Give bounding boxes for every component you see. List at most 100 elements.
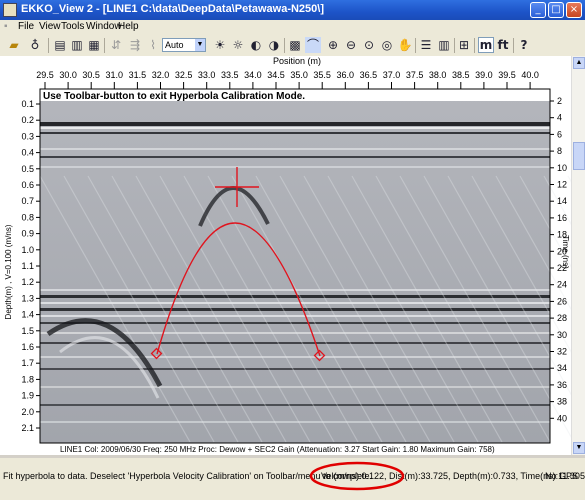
x-tick-label: 31.5: [129, 70, 147, 80]
unit-meters-button[interactable]: m: [478, 37, 494, 53]
menu-doc-icon[interactable]: ▪: [4, 21, 8, 32]
x-tick-label: 36.5: [360, 70, 378, 80]
time-tick-label: 28: [557, 313, 567, 323]
depth-tick-label: 1.5: [21, 326, 34, 336]
app-icon: [3, 3, 17, 17]
minimize-button[interactable]: _: [530, 2, 546, 18]
depth-tick-label: 1.1: [21, 261, 34, 271]
unit-feet-button[interactable]: ft: [495, 37, 511, 53]
title-bar: EKKO_View 2 - [LINE1 C:\data\DeepData\Pe…: [0, 0, 585, 20]
window-title: EKKO_View 2 - [LINE1 C:\data\DeepData\Pe…: [21, 3, 325, 15]
x-tick-label: 32.5: [175, 70, 193, 80]
sun-icon[interactable]: ☼: [230, 37, 246, 53]
depth-axis-title: Depth(m) , V=0.100 (m/ns): [4, 224, 13, 319]
time-tick-label: 26: [557, 296, 567, 306]
zoom-fit-icon[interactable]: ◎: [379, 37, 395, 53]
depth-tick-label: 2.1: [21, 423, 34, 433]
horizontal-layout-icon[interactable]: ☰: [418, 37, 434, 53]
menu-help[interactable]: Help: [118, 21, 139, 32]
time-tick-label: 12: [557, 180, 567, 190]
time-tick-label: 6: [557, 129, 562, 139]
time-tick-label: 34: [557, 363, 567, 373]
open-folder-icon[interactable]: ▰: [6, 37, 22, 53]
scroll-up-icon[interactable]: ▲: [573, 57, 585, 69]
brightness-icon[interactable]: ☀: [212, 37, 228, 53]
depth-tick-label: 2.0: [21, 407, 34, 417]
depth-tick-label: 0.5: [21, 164, 34, 174]
x-tick-label: 32.0: [152, 70, 170, 80]
contrast-alt-icon[interactable]: ◑: [266, 37, 282, 53]
x-tick-label: 33.0: [198, 70, 216, 80]
depth-tick-label: 1.9: [21, 391, 34, 401]
hyperbola-calibration-icon[interactable]: ⌒: [305, 37, 321, 53]
trace-adjust-icon[interactable]: ⇵: [108, 37, 124, 53]
trace-zoom-icon[interactable]: ⇶: [127, 37, 143, 53]
depth-tick-label: 0.6: [21, 180, 34, 190]
grid-icon[interactable]: ▩: [287, 37, 303, 53]
menu-view[interactable]: View: [39, 21, 61, 32]
depth-tick-label: 0.4: [21, 148, 34, 158]
depth-tick-label: 1.2: [21, 277, 34, 287]
hint-text: Use Toolbar-button to exit Hyperbola Cal…: [43, 91, 305, 102]
maximize-button[interactable]: □: [548, 2, 564, 18]
zoom-out-icon[interactable]: ⊖: [343, 37, 359, 53]
x-tick-label: 37.5: [406, 70, 424, 80]
x-tick-label: 38.5: [452, 70, 470, 80]
depth-tick-label: 0.3: [21, 131, 34, 141]
pan-hand-icon[interactable]: ✋: [397, 37, 413, 53]
scroll-thumb[interactable]: [573, 142, 585, 170]
time-axis-title: Time (ns): [561, 235, 570, 269]
status-bar: Fit hyperbola to data. Deselect 'Hyperbo…: [0, 458, 585, 500]
close-button[interactable]: ×: [566, 2, 582, 18]
stack-plus-icon[interactable]: ▥: [69, 37, 85, 53]
menu-tools[interactable]: Tools: [61, 21, 84, 32]
vertical-scrollbar[interactable]: ▲ ▼: [571, 56, 585, 455]
x-tick-label: 39.0: [475, 70, 493, 80]
gain-select[interactable]: Auto ▼: [162, 38, 206, 52]
depth-tick-label: 1.6: [21, 342, 34, 352]
depth-tick-label: 1.8: [21, 374, 34, 384]
help-icon[interactable]: ?: [516, 37, 532, 53]
contrast-icon[interactable]: ◐: [248, 37, 264, 53]
time-tick-label: 24: [557, 280, 567, 290]
gps-status: No GPS: [545, 471, 579, 481]
highlight-ellipse: [309, 461, 405, 491]
vertical-layout-icon[interactable]: ▥: [436, 37, 452, 53]
x-tick-label: 30.0: [59, 70, 77, 80]
time-tick-label: 14: [557, 196, 567, 206]
depth-tick-label: 1.7: [21, 358, 34, 368]
time-tick-label: 32: [557, 347, 567, 357]
time-tick-label: 2: [557, 96, 562, 106]
depth-tick-label: 0.8: [21, 212, 34, 222]
stack-icon[interactable]: ▤: [52, 37, 68, 53]
time-tick-label: 4: [557, 113, 562, 123]
gain-curve-icon[interactable]: ⌇: [145, 37, 161, 53]
time-tick-label: 38: [557, 397, 567, 407]
toolbar: ▰ ♁ ▤ ▥ ▦ ⇵ ⇶ ⌇ ☀ ☼ ◐ ◑ ▩ ⌒ ⊕ ⊖ ⊙ ◎ ✋ ☰ …: [0, 35, 585, 57]
zoom-in-icon[interactable]: ⊕: [325, 37, 341, 53]
line-settings-icon[interactable]: ⊞: [456, 37, 472, 53]
depth-tick-label: 1.3: [21, 293, 34, 303]
depth-tick-label: 0.1: [21, 99, 34, 109]
time-tick-label: 36: [557, 380, 567, 390]
menu-file[interactable]: File: [18, 21, 34, 32]
menu-bar: ▪ File View Tools Window Help: [0, 20, 585, 35]
plot-area[interactable]: Use Toolbar-button to exit Hyperbola Cal…: [0, 56, 571, 455]
x-tick-label: 36.0: [337, 70, 355, 80]
depth-tick-label: 0.7: [21, 196, 34, 206]
gain-select-value: Auto: [165, 40, 184, 50]
depth-tick-label: 1.0: [21, 245, 34, 255]
tripod-icon[interactable]: ♁: [27, 37, 43, 53]
x-tick-label: 40.0: [521, 70, 539, 80]
layers-icon[interactable]: ▦: [86, 37, 102, 53]
time-tick-label: 10: [557, 163, 567, 173]
x-axis-title: Position (m): [273, 56, 321, 66]
x-tick-label: 34.0: [244, 70, 262, 80]
time-tick-label: 16: [557, 213, 567, 223]
time-tick-label: 8: [557, 146, 562, 156]
scroll-down-icon[interactable]: ▼: [573, 442, 585, 454]
x-tick-label: 38.0: [429, 70, 447, 80]
depth-tick-label: 0.9: [21, 229, 34, 239]
menu-window[interactable]: Window: [86, 21, 122, 32]
zoom-box-icon[interactable]: ⊙: [361, 37, 377, 53]
